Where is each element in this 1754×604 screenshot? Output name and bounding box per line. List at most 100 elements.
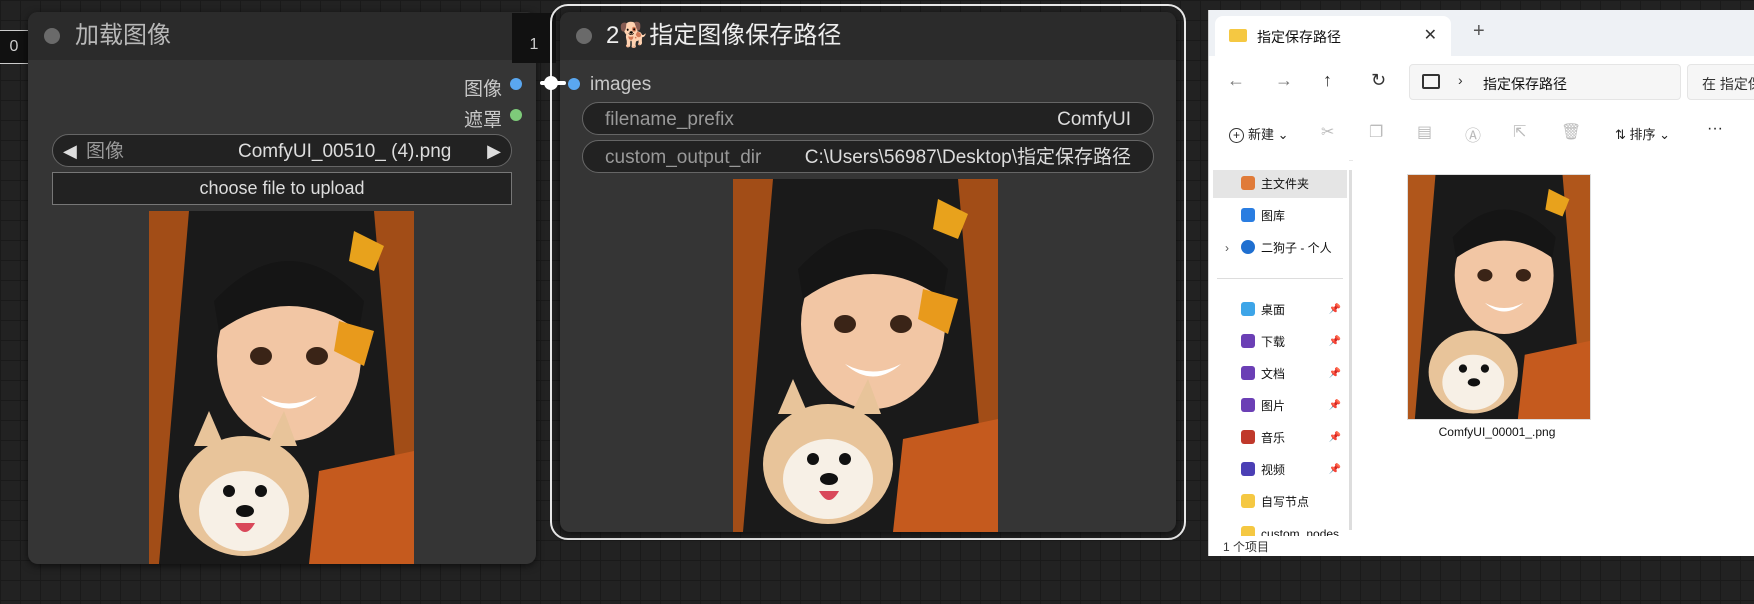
pin-icon[interactable]: 📌 xyxy=(1329,392,1341,420)
sidebar-item-label: 音乐 xyxy=(1261,431,1286,445)
custom-output-dir-widget[interactable]: custom_output_dir C:\Users\56987\Desktop… xyxy=(582,140,1154,173)
chevron-right-icon: › xyxy=(1458,72,1463,88)
command-bar: + 新建 ⌄ ✂ ❐ ▤ Ⓐ ⇱ 🗑 ⇅ 排序 ⌄ ··· xyxy=(1209,106,1754,161)
delete-icon[interactable]: 🗑 xyxy=(1561,122,1581,142)
node-title-bar[interactable]: 2🐕指定图像保存路径 xyxy=(560,12,1176,60)
home-icon xyxy=(1241,176,1255,190)
output-image-socket[interactable] xyxy=(510,78,522,90)
sidebar-item-custom-nodes[interactable]: custom_nodes xyxy=(1225,520,1345,536)
sidebar-item-label: 桌面 xyxy=(1261,303,1286,317)
sidebar-item-pictures[interactable]: 图片 📌 xyxy=(1225,392,1345,420)
widget-name: filename_prefix xyxy=(605,109,734,130)
preview-image xyxy=(149,211,414,564)
cloud-icon xyxy=(1241,240,1255,254)
video-icon xyxy=(1241,462,1255,476)
sidebar-item-label: 视频 xyxy=(1261,463,1286,477)
sidebar-item-documents[interactable]: 文档 📌 xyxy=(1225,360,1345,388)
sidebar-item-label: 下载 xyxy=(1261,335,1286,349)
sidebar-item-desktop[interactable]: 桌面 📌 xyxy=(1225,296,1345,324)
desktop-icon xyxy=(1241,302,1255,316)
collapse-dot-icon[interactable] xyxy=(576,28,592,44)
sort-button[interactable]: ⇅ 排序 ⌄ xyxy=(1615,124,1670,143)
search-placeholder: 在 指定保 xyxy=(1702,76,1754,92)
tab-folder[interactable]: 指定保存路径 ✕ xyxy=(1215,16,1451,56)
pin-icon[interactable]: 📌 xyxy=(1329,424,1341,452)
sort-label: 排序 xyxy=(1629,127,1656,142)
filename-prefix-widget[interactable]: filename_prefix ComfyUI xyxy=(582,102,1154,135)
file-explorer-window[interactable]: 指定保存路径 ✕ + ← → ↑ ↻ › 指定保存路径 在 指定保 +新建 ⌄ … xyxy=(1208,10,1754,556)
sidebar-item-downloads[interactable]: 下载 📌 xyxy=(1225,328,1345,356)
output-mask-label: 遮罩 xyxy=(464,110,503,131)
pin-icon[interactable]: 📌 xyxy=(1329,328,1341,356)
widget-name: custom_output_dir xyxy=(605,147,762,168)
image-combo-widget[interactable]: ◀ 图像 ComfyUI_00510_ (4).png ▶ xyxy=(52,134,512,167)
tab-bar: 指定保存路径 ✕ + xyxy=(1209,10,1754,56)
address-bar[interactable]: › 指定保存路径 xyxy=(1409,64,1681,100)
node-title-bar[interactable]: 加载图像 xyxy=(28,12,536,60)
folder-icon xyxy=(1229,29,1247,42)
prev-arrow-icon[interactable]: ◀ xyxy=(63,135,77,168)
input-images-label: images xyxy=(590,74,652,95)
divider xyxy=(1217,278,1343,279)
search-input[interactable]: 在 指定保 xyxy=(1687,64,1754,100)
pin-icon[interactable]: 📌 xyxy=(1329,456,1341,484)
sidebar-item-label: 图片 xyxy=(1261,399,1286,413)
new-tab-button[interactable]: + xyxy=(1473,20,1485,43)
close-icon[interactable]: ✕ xyxy=(1424,25,1437,45)
sidebar-item-label: 二狗子 - 个人 xyxy=(1261,241,1332,255)
sidebar-item-label: 主文件夹 xyxy=(1261,177,1310,191)
item-count: 1 个项目 xyxy=(1223,540,1270,554)
widget-name: 图像 xyxy=(86,141,125,162)
computer-icon xyxy=(1422,74,1440,89)
folder-icon xyxy=(1241,494,1255,508)
back-icon[interactable]: ← xyxy=(1227,70,1245,91)
link-midpoint[interactable] xyxy=(544,76,558,90)
gallery-icon xyxy=(1241,208,1255,222)
pin-icon[interactable]: 📌 xyxy=(1329,360,1341,388)
file-thumbnail xyxy=(1407,174,1591,420)
pin-icon[interactable]: 📌 xyxy=(1329,296,1341,324)
more-icon[interactable]: ··· xyxy=(1707,120,1723,138)
collapse-dot-icon[interactable] xyxy=(44,28,60,44)
folder-icon xyxy=(1241,526,1255,536)
node-title: 2🐕指定图像保存路径 xyxy=(606,22,842,49)
share-icon[interactable]: ⇱ xyxy=(1513,122,1526,142)
up-icon[interactable]: ↑ xyxy=(1323,70,1332,91)
sidebar-item-home[interactable]: 主文件夹 xyxy=(1213,170,1347,198)
load-image-node[interactable]: 加载图像 图像 遮罩 ◀ 图像 ComfyUI_00510_ (4).png ▶… xyxy=(28,12,536,564)
tab-label: 指定保存路径 xyxy=(1257,29,1341,45)
cut-icon[interactable]: ✂ xyxy=(1321,122,1334,142)
next-arrow-icon[interactable]: ▶ xyxy=(487,135,501,168)
download-icon xyxy=(1241,334,1255,348)
sidebar-item-label: 文档 xyxy=(1261,367,1286,381)
save-image-node[interactable]: 2🐕指定图像保存路径 images filename_prefix ComfyU… xyxy=(560,12,1176,532)
input-images-socket[interactable] xyxy=(568,78,580,90)
plus-circle-icon: + xyxy=(1229,128,1244,143)
new-button[interactable]: + 新建 ⌄ xyxy=(1229,124,1289,143)
sidebar-item-gallery[interactable]: 图库 xyxy=(1225,202,1345,230)
sidebar-item-videos[interactable]: 视频 📌 xyxy=(1225,456,1345,484)
sidebar-item-label: 图库 xyxy=(1261,209,1286,223)
sidebar-item-label: 自写节点 xyxy=(1261,495,1310,509)
sidebar-item-music[interactable]: 音乐 📌 xyxy=(1225,424,1345,452)
status-bar: 1 个项目 xyxy=(1209,536,1754,556)
sidebar-scrollbar[interactable] xyxy=(1349,170,1352,530)
output-mask-socket[interactable] xyxy=(510,109,522,121)
copy-icon[interactable]: ❐ xyxy=(1369,122,1383,142)
address-row: ← → ↑ ↻ › 指定保存路径 在 指定保 xyxy=(1209,56,1754,106)
sidebar-item-label: custom_nodes xyxy=(1261,527,1340,536)
file-list[interactable]: ComfyUI_00001_.png xyxy=(1353,160,1754,536)
upload-button[interactable]: choose file to upload xyxy=(52,172,512,205)
sidebar-item-onedrive[interactable]: › 二狗子 - 个人 xyxy=(1225,234,1345,262)
new-label: 新建 xyxy=(1248,127,1275,142)
widget-value: ComfyUI_00510_ (4).png xyxy=(238,141,452,162)
navigation-pane: 主文件夹 图库 › 二狗子 - 个人 桌面 📌 下载 📌 文档 📌 图片 📌 音乐 📌 视频… xyxy=(1209,160,1349,536)
sidebar-item-custom-folder[interactable]: 自写节点 xyxy=(1225,488,1345,516)
refresh-icon[interactable]: ↻ xyxy=(1371,70,1386,91)
forward-icon[interactable]: → xyxy=(1275,70,1293,91)
paste-icon[interactable]: ▤ xyxy=(1417,122,1432,142)
file-item[interactable]: ComfyUI_00001_.png xyxy=(1405,174,1591,439)
chevron-right-icon: › xyxy=(1225,241,1229,255)
rename-icon[interactable]: Ⓐ xyxy=(1465,122,1481,146)
pictures-icon xyxy=(1241,398,1255,412)
